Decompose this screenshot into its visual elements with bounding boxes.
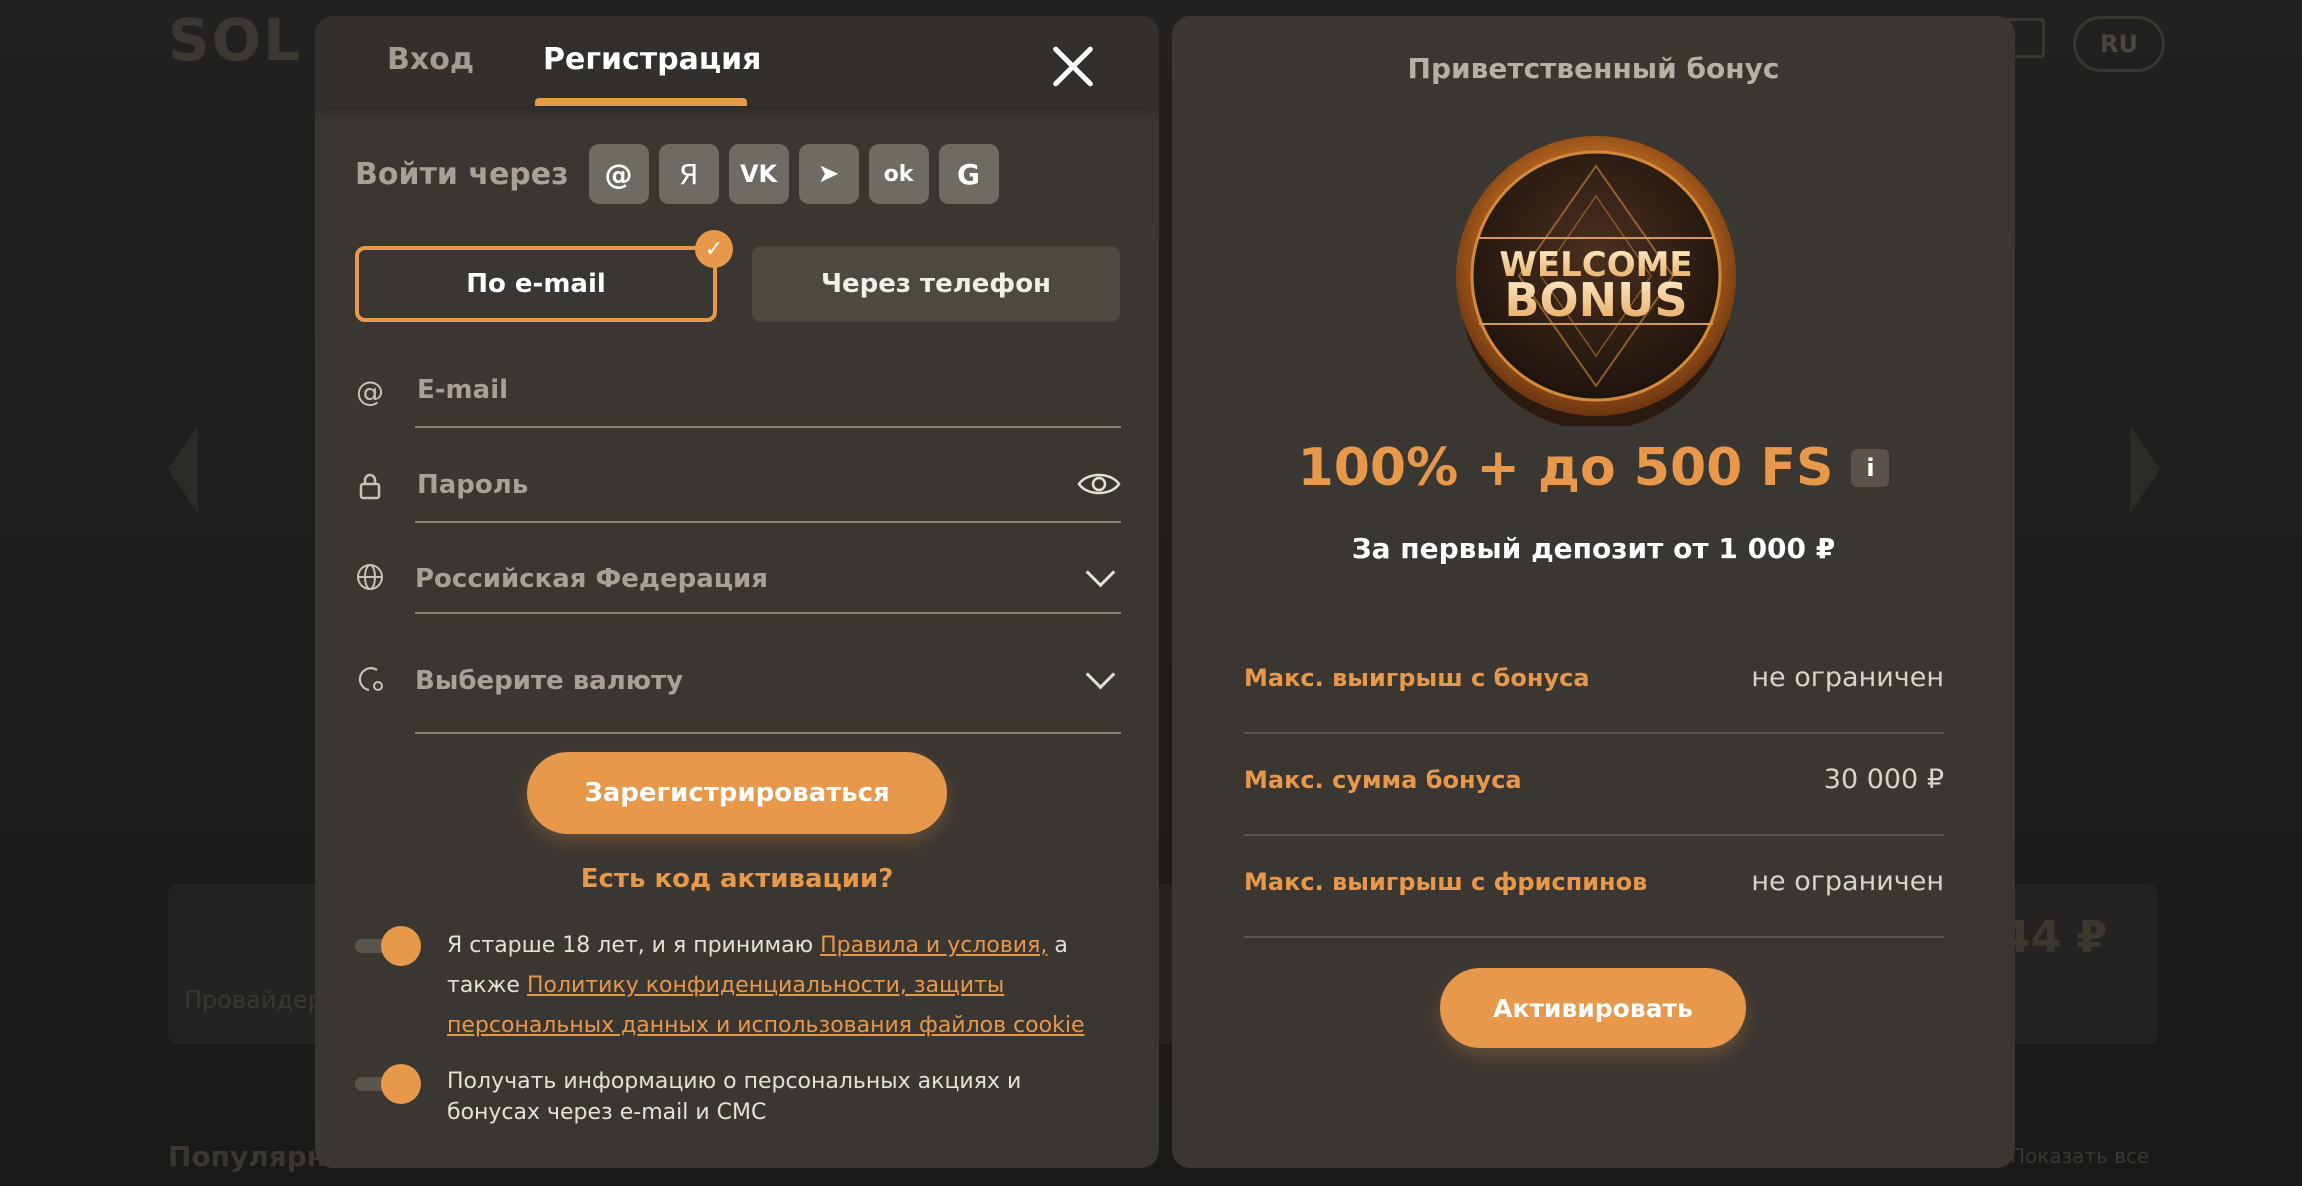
country-value: Российская Федерация bbox=[415, 564, 768, 594]
password-underline bbox=[415, 521, 1121, 523]
tab-login[interactable]: Вход bbox=[387, 42, 474, 77]
tab-register[interactable]: Регистрация bbox=[543, 42, 761, 77]
privacy-policy-link[interactable]: Политику конфиденциальности, защиты перс… bbox=[447, 973, 1084, 1038]
terms-link[interactable]: Правила и условия, bbox=[820, 933, 1047, 958]
email-field: @ bbox=[355, 368, 1121, 428]
consent-text: Я старше 18 лет, и я принимаю bbox=[447, 933, 821, 958]
password-input[interactable] bbox=[415, 469, 1019, 501]
svg-text:BONUS: BONUS bbox=[1504, 273, 1687, 327]
language-switch: RU bbox=[2073, 16, 2165, 72]
telegram-icon[interactable]: ➤ bbox=[798, 144, 859, 204]
bonus-row-value: не ограничен bbox=[1751, 866, 1944, 897]
country-underline bbox=[415, 612, 1121, 614]
bonus-row-value: не ограничен bbox=[1751, 662, 1944, 693]
age-consent-toggle[interactable] bbox=[355, 926, 421, 966]
checkmark-icon: ✓ bbox=[695, 230, 733, 268]
bonus-heading: Приветственный бонус bbox=[1407, 52, 1780, 85]
carousel-next-icon bbox=[2130, 425, 2160, 513]
currency-icon bbox=[355, 664, 385, 694]
lock-icon bbox=[355, 471, 385, 501]
globe-icon bbox=[355, 562, 385, 592]
social-login-row: Войти через @ Я VK ➤ ok G bbox=[355, 144, 1009, 204]
active-tab-indicator bbox=[535, 98, 747, 106]
bonus-row: Макс. сумма бонуса 30 000 ₽ bbox=[1244, 732, 1944, 836]
marketing-consent-text: Получать информацию о персональных акция… bbox=[447, 1069, 1022, 1125]
close-icon[interactable] bbox=[1050, 44, 1096, 90]
odnoklassniki-icon[interactable]: ok bbox=[868, 144, 929, 204]
auth-tabs: Вход Регистрация bbox=[315, 16, 1159, 106]
social-login-label: Войти через bbox=[355, 156, 569, 192]
bonus-offer-text: 100% + до 500 FS bbox=[1297, 438, 1834, 498]
show-all-link: Показать все bbox=[2010, 1144, 2150, 1168]
currency-select[interactable]: Выберите валюту bbox=[355, 656, 1121, 734]
bonus-row: Макс. выигрыш с фриспинов не ограничен bbox=[1244, 834, 1944, 938]
bonus-subtitle: За первый депозит от 1 000 ₽ bbox=[1351, 532, 1836, 565]
bonus-offer: 100% + до 500 FS i bbox=[1172, 438, 2015, 498]
bonus-row-value: 30 000 ₽ bbox=[1823, 764, 1944, 795]
yandex-icon[interactable]: Я bbox=[658, 144, 719, 204]
email-input[interactable] bbox=[415, 374, 1019, 406]
method-phone-button[interactable]: Через телефон bbox=[752, 246, 1120, 322]
toggle-knob bbox=[381, 926, 421, 966]
vk-icon[interactable]: VK bbox=[728, 144, 789, 204]
mail-ru-icon[interactable]: @ bbox=[588, 144, 649, 204]
chevron-down-icon bbox=[1085, 659, 1116, 690]
auth-modal: Вход Регистрация Войти через @ Я VK ➤ ok… bbox=[315, 16, 1159, 1168]
welcome-bonus-coin-image: WELCOME BONUS bbox=[1456, 136, 1736, 426]
bonus-row: Макс. выигрыш с бонуса не ограничен bbox=[1244, 630, 1944, 734]
currency-placeholder: Выберите валюту bbox=[415, 666, 684, 696]
welcome-bonus-panel: Приветственный бонус WELCOME BONUS 100% … bbox=[1172, 16, 2015, 1168]
background-amount: 44 ₽ bbox=[2000, 912, 2108, 963]
activate-button[interactable]: Активировать bbox=[1440, 968, 1746, 1048]
method-email-button[interactable]: По e-mail bbox=[355, 246, 717, 322]
activation-code-link[interactable]: Есть код активации? bbox=[315, 864, 1159, 894]
email-underline bbox=[415, 426, 1121, 428]
google-icon[interactable]: G bbox=[938, 144, 999, 204]
currency-underline bbox=[415, 732, 1121, 734]
info-icon[interactable]: i bbox=[1851, 449, 1890, 487]
register-button[interactable]: Зарегистрироваться bbox=[527, 752, 947, 834]
password-field bbox=[355, 463, 1121, 523]
carousel-prev-icon bbox=[168, 425, 198, 513]
age-consent-text: Я старше 18 лет, и я принимаю Правила и … bbox=[447, 926, 1107, 1046]
marketing-consent-toggle[interactable] bbox=[355, 1064, 421, 1104]
country-select[interactable]: Российская Федерация bbox=[355, 554, 1121, 614]
site-logo: SOL bbox=[168, 6, 303, 74]
toggle-knob bbox=[381, 1064, 421, 1104]
at-icon: @ bbox=[356, 374, 384, 408]
bonus-row-label: Макс. сумма бонуса bbox=[1244, 766, 1522, 794]
bonus-row-label: Макс. выигрыш с фриспинов bbox=[1244, 868, 1648, 896]
bonus-row-label: Макс. выигрыш с бонуса bbox=[1244, 664, 1590, 692]
chevron-down-icon bbox=[1085, 557, 1116, 588]
eye-icon[interactable] bbox=[1077, 469, 1121, 503]
